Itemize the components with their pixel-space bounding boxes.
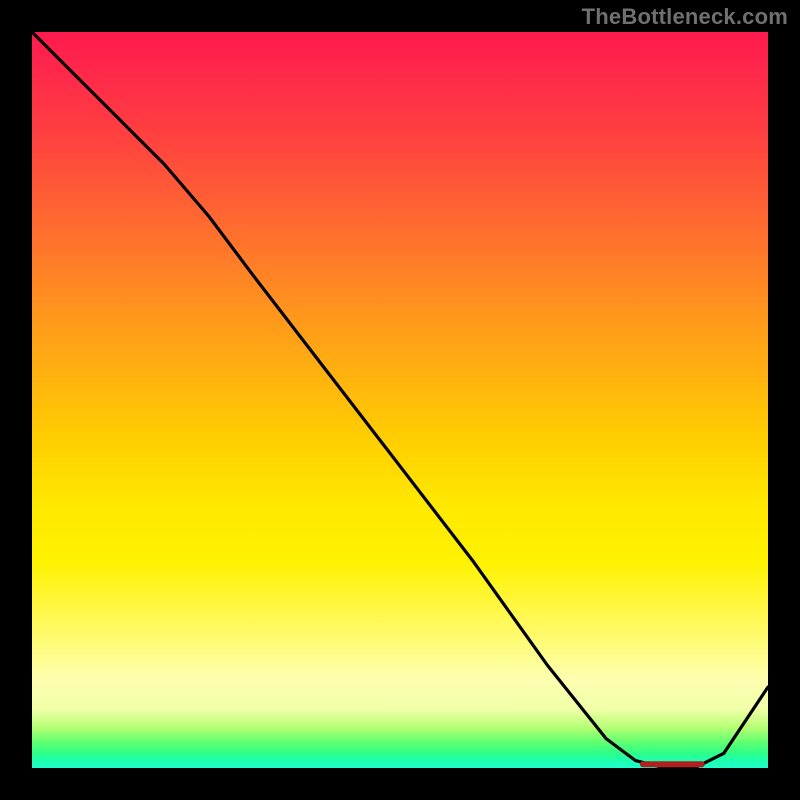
watermark-text: TheBottleneck.com: [582, 4, 788, 30]
plot-area: [32, 32, 768, 768]
chart-frame: TheBottleneck.com: [0, 0, 800, 800]
bottleneck-curve: [32, 32, 768, 768]
curve-layer: [32, 32, 768, 768]
